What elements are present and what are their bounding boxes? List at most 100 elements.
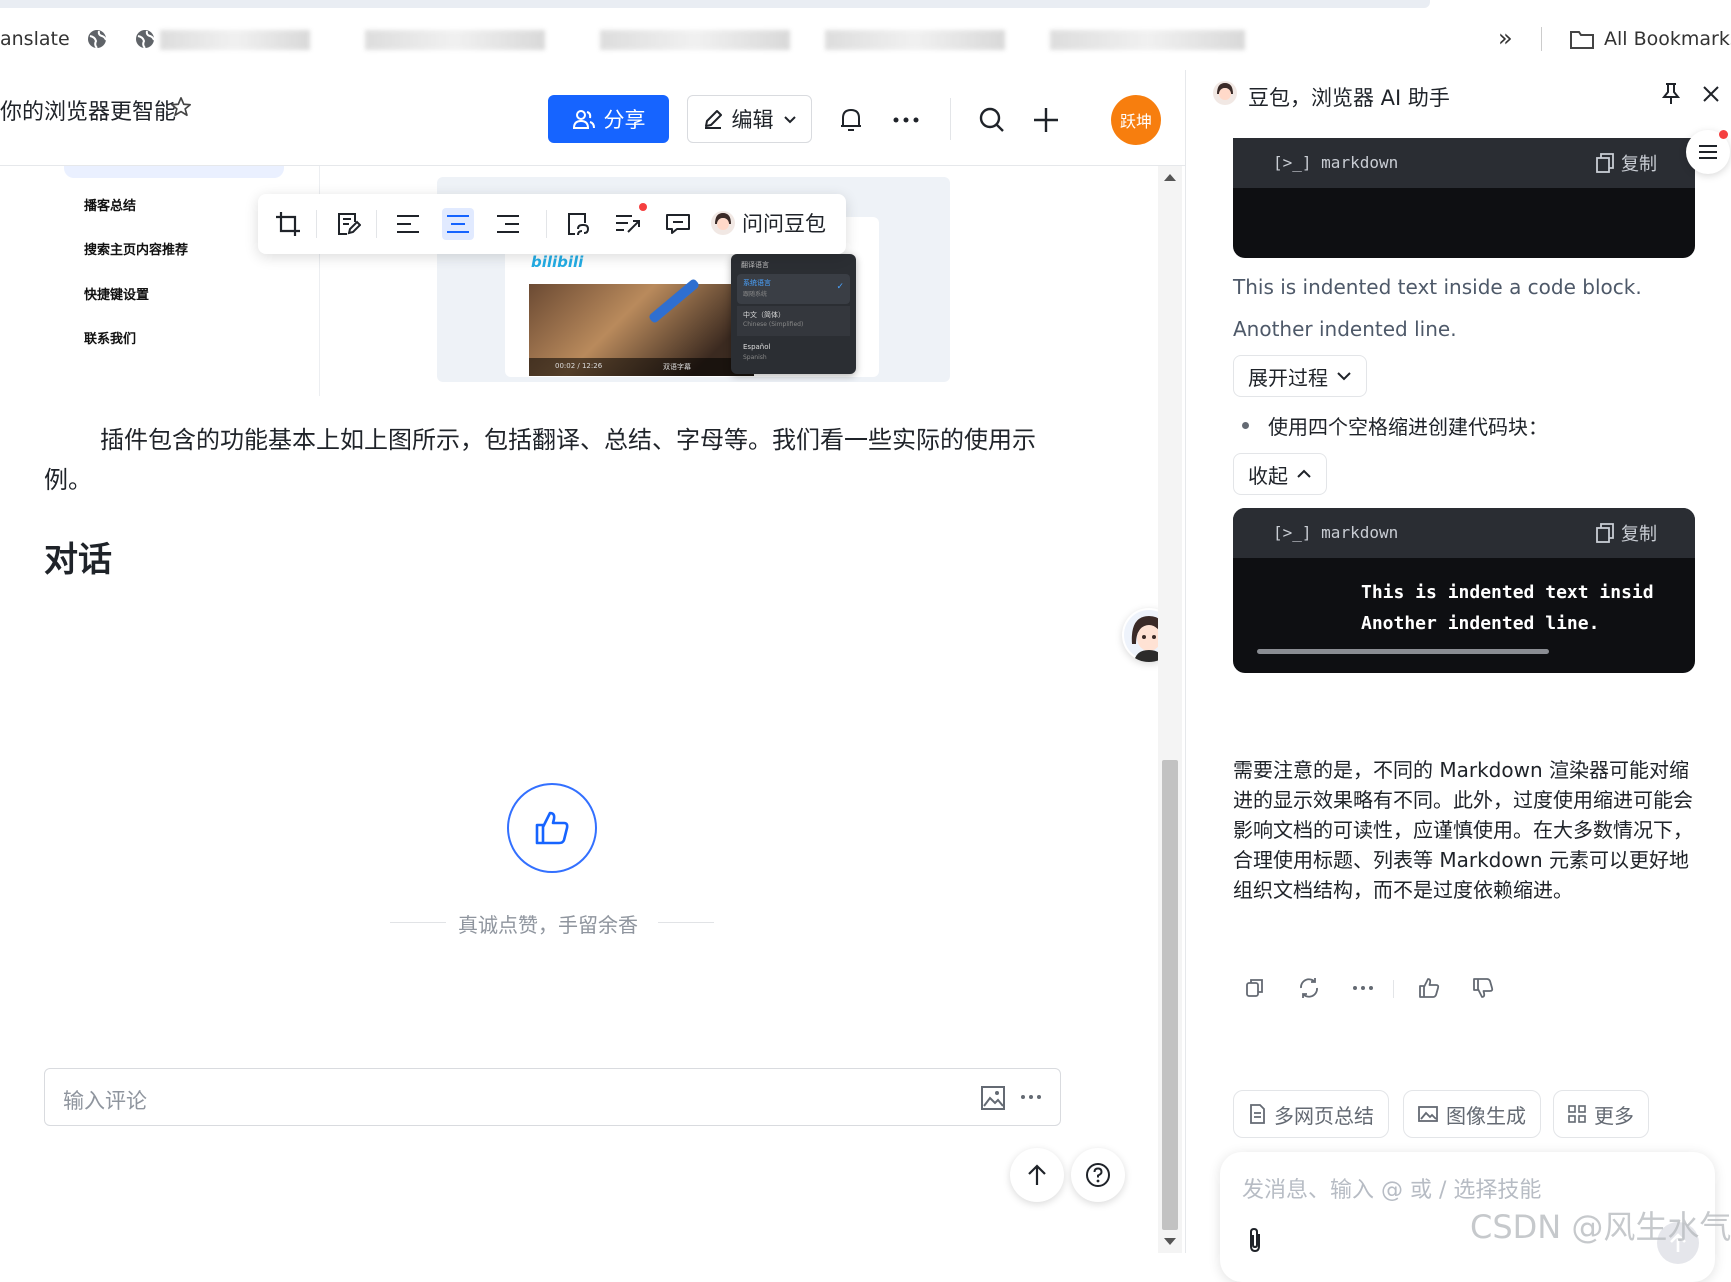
more-icon[interactable] [1020, 1094, 1042, 1100]
folder-icon [1569, 28, 1595, 50]
comment-input[interactable]: 输入评论 [44, 1068, 1061, 1126]
outline-active-item [64, 166, 284, 178]
bookmarks-bar: anslate » All Bookmarks [0, 0, 1731, 70]
outline-item[interactable]: 联系我们 [84, 328, 136, 347]
image-toolbar: 问问豆包 [258, 194, 846, 254]
wrap-text-icon[interactable] [612, 208, 644, 240]
multi-page-summary-chip[interactable]: 多网页总结 [1233, 1090, 1389, 1138]
annotate-icon[interactable] [332, 208, 364, 240]
check-icon: ✓ [836, 282, 844, 292]
image-generation-chip[interactable]: 图像生成 [1403, 1090, 1541, 1138]
like-caption: 真诚点赞，手留余香 [458, 913, 638, 937]
response-note: 需要注意的是，不同的 Markdown 渲染器可能对缩进的显示效果略有不同。此外… [1233, 758, 1693, 902]
video-controls: 00:02 / 12:26 双语字幕 [529, 358, 754, 376]
code-block: [>_] markdown 复制 This is indented text i… [1233, 508, 1695, 673]
scroll-thumb[interactable] [1162, 760, 1178, 1230]
code-language: [>_] markdown [1273, 153, 1399, 172]
copy-icon[interactable] [1242, 975, 1268, 1001]
pen-shape [647, 277, 701, 325]
bookmark-blurred[interactable] [365, 30, 545, 50]
outline-item[interactable]: 快捷键设置 [84, 284, 149, 303]
share-button[interactable]: 分享 [548, 95, 669, 143]
scrollbar[interactable] [1158, 166, 1182, 1253]
menu-button[interactable] [1686, 130, 1730, 174]
expand-process-button[interactable]: 展开过程 [1233, 355, 1367, 397]
copy-button[interactable]: 复制 [1595, 150, 1657, 176]
pencil-icon [704, 110, 722, 129]
language-option: 中文（简体） Chinese (Simplified) [737, 306, 850, 336]
image-icon[interactable] [980, 1085, 1006, 1111]
arrow-up-icon [1028, 1164, 1046, 1185]
all-bookmarks[interactable]: All Bookmarks [1604, 28, 1731, 50]
bookmark-translate[interactable]: anslate [0, 28, 70, 50]
divider [658, 922, 714, 923]
thumbs-down-icon[interactable] [1470, 975, 1496, 1001]
edit-button[interactable]: 编辑 [687, 95, 812, 143]
grid-icon [1568, 1105, 1586, 1123]
doubao-avatar-icon [711, 211, 735, 235]
bullet-dot [1242, 422, 1249, 429]
help-button[interactable] [1071, 1148, 1125, 1202]
bookmark-blurred[interactable] [825, 30, 1005, 50]
more-icon[interactable] [892, 116, 920, 124]
section-heading: 对话 [44, 540, 112, 580]
divider [1541, 27, 1542, 51]
chevron-down-icon [783, 116, 796, 124]
edit-label: 编辑 [731, 108, 774, 132]
bookmark-blurred[interactable] [160, 30, 310, 50]
bookmark-blurred[interactable] [1050, 30, 1245, 50]
star-icon[interactable] [170, 96, 192, 118]
align-center-icon[interactable] [442, 208, 474, 240]
doc-title: 你的浏览器更智能 [0, 100, 177, 125]
scroll-top-button[interactable] [1010, 1148, 1064, 1202]
divider [950, 98, 951, 140]
crop-icon[interactable] [272, 208, 304, 240]
outline-item[interactable]: 播客总结 [84, 195, 136, 214]
more-skills-chip[interactable]: 更多 [1553, 1090, 1649, 1138]
bell-icon[interactable] [838, 106, 864, 134]
align-left-icon[interactable] [392, 208, 424, 240]
like-button[interactable] [507, 783, 597, 873]
divider [546, 210, 547, 238]
attachment-icon[interactable] [1246, 1226, 1264, 1254]
scroll-up-arrow-icon[interactable] [1164, 174, 1176, 181]
user-avatar[interactable]: 跃坤 [1111, 95, 1161, 145]
divider [376, 210, 377, 238]
search-icon[interactable] [978, 106, 1006, 134]
more-icon[interactable] [1350, 975, 1376, 1001]
align-right-icon[interactable] [492, 208, 524, 240]
code-scrollbar[interactable] [1257, 649, 1549, 654]
ask-doubao-label: 问问豆包 [742, 212, 826, 236]
response-text: Another indented line. [1233, 317, 1457, 341]
divider [1393, 980, 1394, 998]
ask-doubao-button[interactable]: 问问豆包 [710, 208, 826, 238]
code-language: [>_] markdown [1273, 523, 1399, 542]
refresh-icon[interactable] [1296, 975, 1322, 1001]
thumbs-up-icon[interactable] [1416, 975, 1442, 1001]
pin-icon[interactable] [1661, 82, 1681, 106]
help-icon [1086, 1163, 1110, 1187]
scroll-down-arrow-icon[interactable] [1164, 1238, 1176, 1245]
watermark: CSDN @风生水气 [1470, 1208, 1731, 1246]
close-icon[interactable] [1701, 84, 1721, 104]
plus-icon[interactable] [1032, 106, 1060, 134]
notification-dot [1719, 130, 1728, 139]
bookmarks-overflow-icon[interactable]: » [1498, 24, 1513, 52]
globe-icon [86, 28, 108, 50]
bullet-text: 使用四个空格缩进创建代码块： [1268, 415, 1548, 439]
collapse-button[interactable]: 收起 [1233, 453, 1327, 495]
thumbs-up-icon [535, 811, 569, 845]
language-option-sub: Spanish [743, 354, 767, 361]
subtitle-button: 双语字幕 [663, 363, 691, 371]
document-icon [1250, 1104, 1265, 1124]
copy-icon [1596, 153, 1614, 173]
panel-title: 豆包，浏览器 AI 助手 [1248, 86, 1450, 110]
copy-button[interactable]: 复制 [1595, 520, 1657, 546]
link-icon[interactable] [562, 208, 594, 240]
outline-item[interactable]: 搜索主页内容推荐 [84, 239, 188, 258]
comment-icon[interactable] [662, 208, 694, 240]
bookmark-blurred[interactable] [600, 30, 790, 50]
language-option-label: 中文（简体） [743, 311, 785, 319]
notification-dot [639, 203, 647, 211]
language-option-label: 系统语言 [743, 279, 771, 287]
